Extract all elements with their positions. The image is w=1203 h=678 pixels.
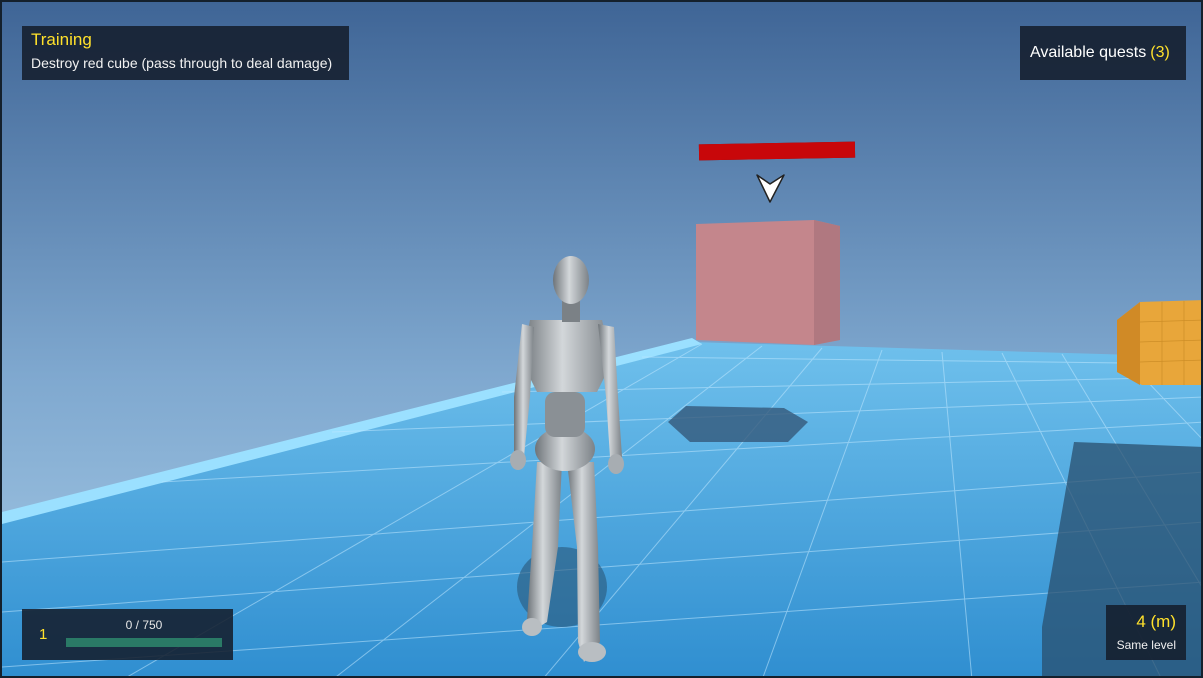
target-cube xyxy=(696,220,840,345)
quest-title: Training xyxy=(31,30,92,49)
target-distance-panel: 4 (m) Same level xyxy=(1106,605,1186,660)
game-scene xyxy=(2,2,1201,676)
active-quest-panel: Training Destroy red cube (pass through … xyxy=(22,26,349,80)
player-xp-panel: 1 0 / 750 xyxy=(22,609,233,660)
target-health-bar xyxy=(698,141,856,161)
available-quests-button[interactable]: Available quests (3) xyxy=(1020,26,1186,80)
target-height-relation: Same level xyxy=(1116,638,1176,652)
cube-shadow xyxy=(668,406,808,442)
xp-progress-bar xyxy=(66,638,222,647)
available-quests-label: Available quests xyxy=(1030,44,1147,61)
quest-description: Destroy red cube (pass through to deal d… xyxy=(31,55,333,71)
target-distance: 4 (m) xyxy=(1136,612,1176,631)
xp-progress-text: 0 / 750 xyxy=(125,618,163,632)
player-level: 1 xyxy=(39,626,48,643)
game-viewport[interactable]: Training Destroy red cube (pass through … xyxy=(0,0,1203,678)
available-quests-count: (3) xyxy=(1150,44,1170,61)
orange-block xyxy=(1117,300,1201,385)
